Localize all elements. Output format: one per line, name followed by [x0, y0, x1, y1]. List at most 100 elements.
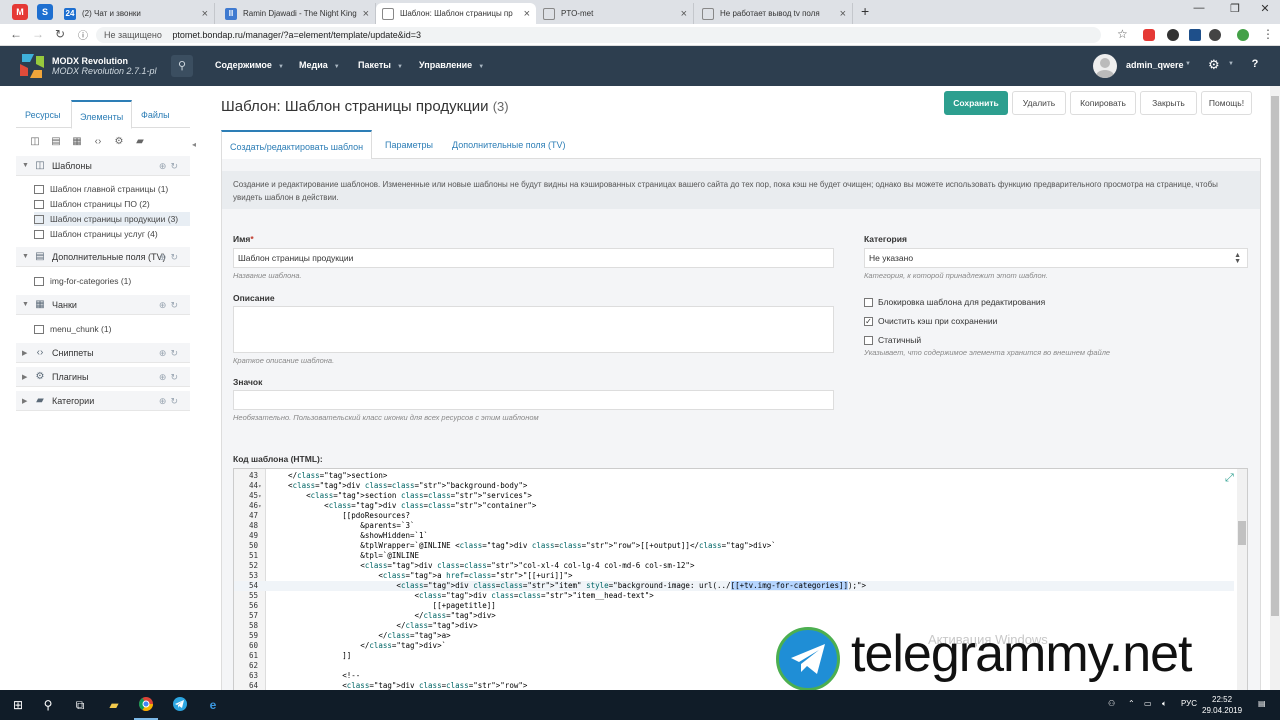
close-tab-icon[interactable]: × — [363, 8, 369, 20]
close-window-button[interactable]: ✕ — [1247, 2, 1280, 15]
browser-tab[interactable]: II Ramin Djawadi - The Night King × — [219, 3, 376, 24]
bookmark-star-icon[interactable]: ☆ — [1117, 27, 1128, 41]
delete-button[interactable]: Удалить — [1012, 91, 1066, 115]
add-refresh-icons[interactable]: ⊕↻ — [159, 372, 182, 383]
clear-cache-checkbox[interactable]: ✓ Очистить кэш при сохранении — [864, 316, 997, 326]
code-line[interactable]: 56 [[+pagetitle]] — [234, 601, 1234, 611]
tab-elements[interactable]: Элементы — [71, 100, 133, 129]
extension-youtube-icon[interactable] — [1143, 29, 1155, 41]
user-avatar[interactable] — [1093, 54, 1117, 78]
tab-parameters[interactable]: Параметры — [385, 140, 433, 150]
reload-icon[interactable]: ↻ — [55, 27, 65, 41]
back-icon[interactable]: ← — [10, 27, 22, 41]
close-tab-icon[interactable]: × — [524, 8, 530, 20]
code-line[interactable]: 46▾ <class="tag">div class=class="str">"… — [234, 501, 1234, 511]
add-refresh-icons[interactable]: ⊕↻ — [159, 161, 182, 172]
checkbox-checked-icon[interactable]: ✓ — [864, 316, 873, 326]
add-refresh-icons[interactable]: ⊕↻ — [159, 348, 182, 359]
new-tv-icon[interactable]: ▤ — [49, 135, 63, 149]
code-line[interactable]: 45▾ <class="tag">section class=class="st… — [234, 491, 1234, 501]
chrome-icon[interactable] — [136, 696, 156, 714]
volume-icon[interactable]: 🔈︎ — [1162, 699, 1167, 709]
minimize-window-button[interactable]: — — [1181, 2, 1217, 14]
new-template-icon[interactable]: ◫ — [28, 135, 42, 149]
settings-gear-icon[interactable]: ⚙ — [1208, 57, 1220, 73]
code-line[interactable]: 44▾ <class="tag">div class=class="str">"… — [234, 481, 1234, 491]
url-field[interactable]: Не защищено ptomet.bondap.ru/manager/?a=… — [96, 27, 1101, 43]
icon-class-field[interactable] — [233, 390, 834, 410]
checkbox-box[interactable] — [864, 297, 873, 307]
tab-edit-template[interactable]: Создать/редактировать шаблон — [221, 130, 373, 160]
code-line[interactable]: 51 &tpl=`@INLINE — [234, 551, 1234, 561]
tree-item-template-selected[interactable]: Шаблон страницы продукции (3) — [34, 212, 190, 226]
name-field[interactable]: Шаблон страницы продукции — [233, 248, 834, 268]
menu-manage[interactable]: Управление ▼ — [419, 60, 484, 70]
code-line[interactable]: 52 <class="tag">div class=class="str">"c… — [234, 561, 1234, 571]
tree-group-chunks[interactable]: ▼ ▦ Чанки ⊕↻ — [16, 295, 190, 315]
page-scrollbar-thumb[interactable] — [1271, 96, 1279, 616]
code-line[interactable]: 48 &parents=`3` — [234, 521, 1234, 531]
save-button[interactable]: Сохранить — [944, 91, 1008, 115]
pinned-tab-modx[interactable]: M — [12, 4, 28, 20]
description-field[interactable] — [233, 306, 834, 353]
tree-group-snippets[interactable]: ▶ ‹› Сниппеты ⊕↻ — [16, 343, 190, 363]
tree-item-tv[interactable]: img-for-categories (1) — [34, 274, 190, 288]
menu-packages[interactable]: Пакеты ▼ — [358, 60, 403, 70]
close-tab-icon[interactable]: × — [840, 8, 846, 20]
help-icon[interactable]: ? — [1248, 58, 1262, 72]
search-icon[interactable]: ⚲ — [38, 696, 58, 714]
editor-scrollbar[interactable] — [1237, 469, 1247, 703]
browser-tab[interactable]: PTO-met × — [537, 3, 694, 24]
tab-files[interactable]: Файлы — [141, 110, 170, 120]
tree-item-template[interactable]: Шаблон страницы ПО (2) — [34, 197, 190, 211]
code-line[interactable]: 55 <class="tag">div class=class="str">"i… — [234, 591, 1234, 601]
fullscreen-expand-icon[interactable]: ⤢ — [1225, 471, 1234, 485]
menu-media[interactable]: Медиа ▼ — [299, 60, 340, 70]
network-icon[interactable]: ▭ — [1144, 699, 1152, 708]
new-tab-button[interactable]: + — [861, 3, 869, 19]
help-button[interactable]: Помощь! — [1201, 91, 1252, 115]
extension-dark-icon[interactable] — [1209, 29, 1221, 41]
system-clock[interactable]: 22:52 29.04.2019 — [1202, 694, 1242, 716]
add-refresh-icons[interactable]: ⊕↻ — [159, 252, 182, 263]
close-tab-icon[interactable]: × — [202, 8, 208, 20]
tree-group-templates[interactable]: ▼ ◫ Шаблоны ⊕↻ — [16, 156, 190, 176]
tree-item-template[interactable]: Шаблон страницы услуг (4) — [34, 227, 190, 241]
code-line[interactable]: 54 <class="tag">div class=class="str">"i… — [234, 581, 1234, 591]
start-windows-icon[interactable]: ⊞ — [8, 696, 28, 714]
code-line[interactable]: 53 <class="tag">a href=class="str">"[[+u… — [234, 571, 1234, 581]
code-line[interactable]: 43 </class="tag">section> — [234, 471, 1234, 481]
profile-avatar-icon[interactable] — [1237, 29, 1249, 41]
tree-group-plugins[interactable]: ▶ ⚙ Плагины ⊕↻ — [16, 367, 190, 387]
extension-n-icon[interactable] — [1189, 29, 1201, 41]
code-line[interactable]: 50 &tplWrapper=`@INLINE <class="tag">div… — [234, 541, 1234, 551]
new-chunk-icon[interactable]: ▦ — [70, 135, 84, 149]
search-icon[interactable]: ⚲ — [171, 55, 193, 77]
people-icon[interactable]: ⚇ — [1108, 699, 1115, 708]
tree-item-chunk[interactable]: menu_chunk (1) — [34, 322, 190, 336]
collapse-sidebar-icon[interactable]: ◂ — [192, 140, 196, 149]
lock-checkbox[interactable]: Блокировка шаблона для редактирования — [864, 297, 1045, 307]
code-line[interactable]: 57 </class="tag">div> — [234, 611, 1234, 621]
notifications-icon[interactable]: ▤ — [1258, 699, 1266, 708]
extension-tampermonkey-icon[interactable] — [1167, 29, 1179, 41]
new-plugin-icon[interactable]: ⚙ — [112, 135, 126, 149]
editor-scrollbar-thumb[interactable] — [1238, 521, 1246, 545]
tab-template-tvs[interactable]: Дополнительные поля (TV) — [452, 140, 566, 150]
code-line[interactable]: 49 &showHidden=`1` — [234, 531, 1234, 541]
checkbox-box[interactable] — [864, 335, 873, 345]
close-tab-icon[interactable]: × — [681, 8, 687, 20]
tree-item-template[interactable]: Шаблон главной страницы (1) — [34, 182, 190, 196]
browser-menu-icon[interactable]: ⋮ — [1262, 27, 1274, 41]
new-snippet-icon[interactable]: ‹› — [91, 135, 105, 149]
pinned-tab-s[interactable]: S — [37, 4, 53, 20]
category-select[interactable]: Не указано ▲ ▼ — [864, 248, 1248, 268]
browser-tab[interactable]: Не работает вывод tv поля × — [696, 3, 853, 24]
language-indicator[interactable]: РУС — [1181, 699, 1197, 708]
add-refresh-icons[interactable]: ⊕↻ — [159, 300, 182, 311]
browser-tab[interactable]: 24 (2) Чат и звонки × — [58, 3, 215, 24]
task-view-icon[interactable]: ⧉ — [70, 696, 90, 714]
static-checkbox[interactable]: Статичный — [864, 335, 921, 345]
menu-content[interactable]: Содержимое ▼ — [215, 60, 284, 70]
username[interactable]: admin_qwere — [1126, 60, 1184, 70]
